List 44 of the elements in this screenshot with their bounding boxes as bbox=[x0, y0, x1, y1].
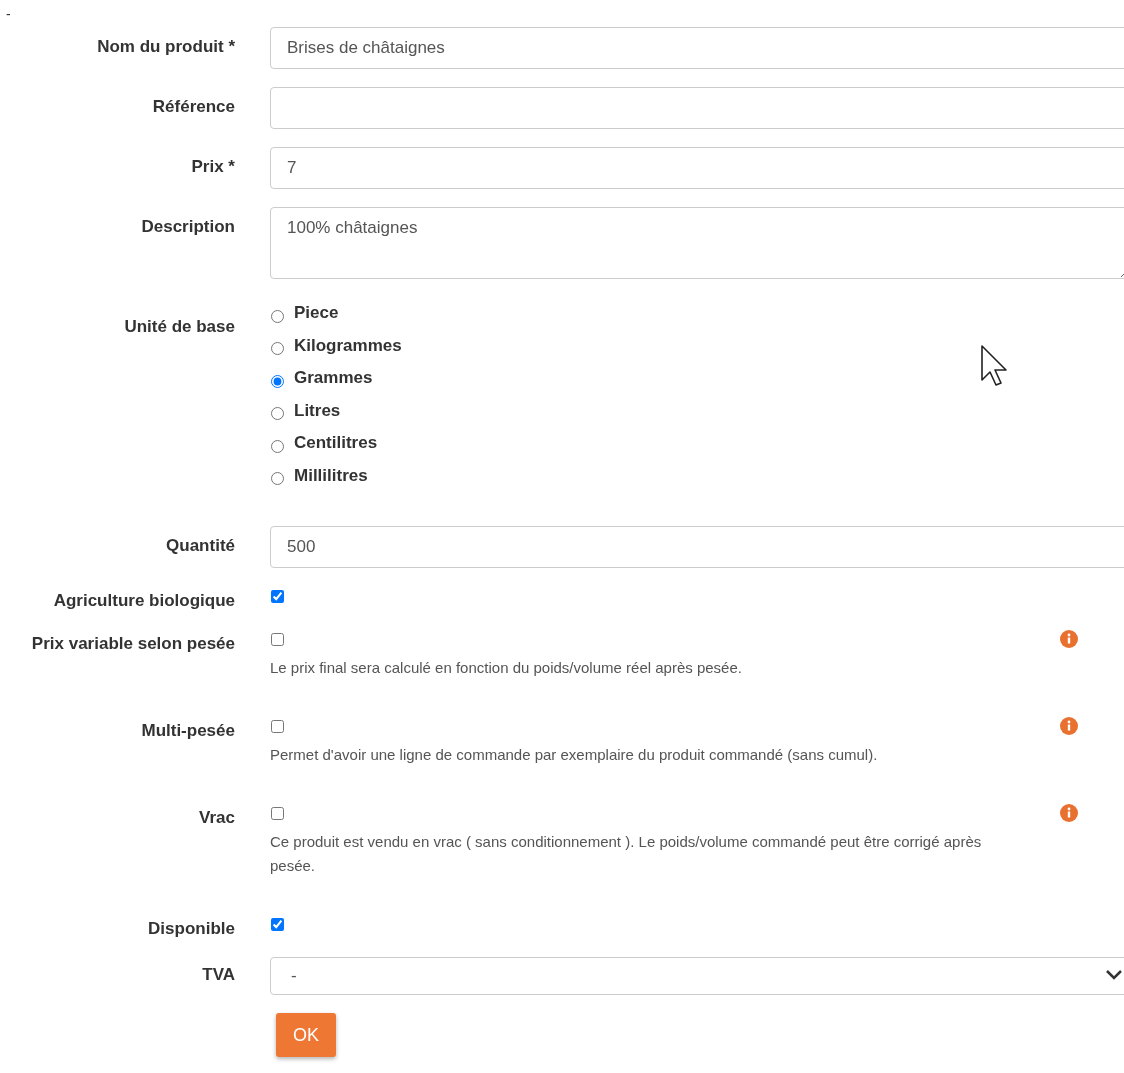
radio-button[interactable] bbox=[271, 407, 284, 421]
info-icon[interactable] bbox=[1060, 804, 1078, 822]
radio-label: Litres bbox=[294, 400, 341, 421]
field-label: Prix * bbox=[191, 156, 235, 178]
text-field[interactable]: 500 bbox=[270, 526, 1124, 568]
mouse-pointer-icon bbox=[980, 344, 1010, 388]
text-field[interactable] bbox=[270, 87, 1124, 129]
help-text: Ce produit est vendu en vrac ( sans conditionnement ). Le poids/volume commandé peut être corrigé après pesée. bbox=[270, 832, 983, 876]
radio-label: Millilitres bbox=[294, 465, 368, 486]
radio-button[interactable] bbox=[271, 439, 284, 453]
field-label: Agriculture biologique bbox=[53, 590, 235, 611]
field-label: Disponible bbox=[148, 918, 235, 939]
chevron-down-icon bbox=[1105, 969, 1123, 981]
text-area[interactable]: 100% châtaignes bbox=[270, 207, 1124, 279]
field-label: Unité de base bbox=[124, 316, 235, 338]
field-label: Description bbox=[141, 216, 235, 238]
radio-button[interactable] bbox=[271, 309, 284, 323]
info-icon[interactable] bbox=[1060, 717, 1078, 735]
checkbox[interactable] bbox=[271, 589, 284, 603]
info-icon[interactable] bbox=[1060, 630, 1078, 648]
text-field[interactable]: Brises de châtaignes bbox=[270, 27, 1124, 69]
field-label: Quantité bbox=[166, 535, 235, 557]
checkbox[interactable] bbox=[271, 632, 284, 646]
field-label: Vrac bbox=[199, 807, 235, 829]
field-label: Multi-pesée bbox=[141, 720, 235, 742]
field-label: Prix variable selon pesée bbox=[31, 633, 235, 655]
radio-button[interactable] bbox=[271, 374, 284, 388]
select-field[interactable]: - bbox=[270, 957, 1124, 995]
field-label: Nom du produit * bbox=[97, 36, 235, 58]
checkbox[interactable] bbox=[271, 806, 284, 820]
checkbox[interactable] bbox=[271, 917, 284, 931]
radio-label: Centilitres bbox=[294, 433, 378, 454]
help-text: Le prix final sera calculé en fonction du poids/volume réel après pesée. bbox=[270, 658, 743, 678]
dash-mark: - bbox=[5, 5, 12, 24]
radio-label: Kilogrammes bbox=[294, 335, 402, 356]
field-label: Référence bbox=[152, 96, 235, 118]
field-label: TVA bbox=[202, 964, 235, 986]
radio-button[interactable] bbox=[271, 342, 284, 356]
text-field[interactable]: 7 bbox=[270, 147, 1124, 189]
help-text: Permet d'avoir une ligne de commande par exemplaire du produit commandé (sans cumul). bbox=[270, 745, 879, 765]
checkbox[interactable] bbox=[271, 719, 284, 733]
radio-label: Piece bbox=[294, 303, 339, 324]
radio-label: Grammes bbox=[294, 368, 373, 389]
radio-button[interactable] bbox=[271, 472, 284, 486]
